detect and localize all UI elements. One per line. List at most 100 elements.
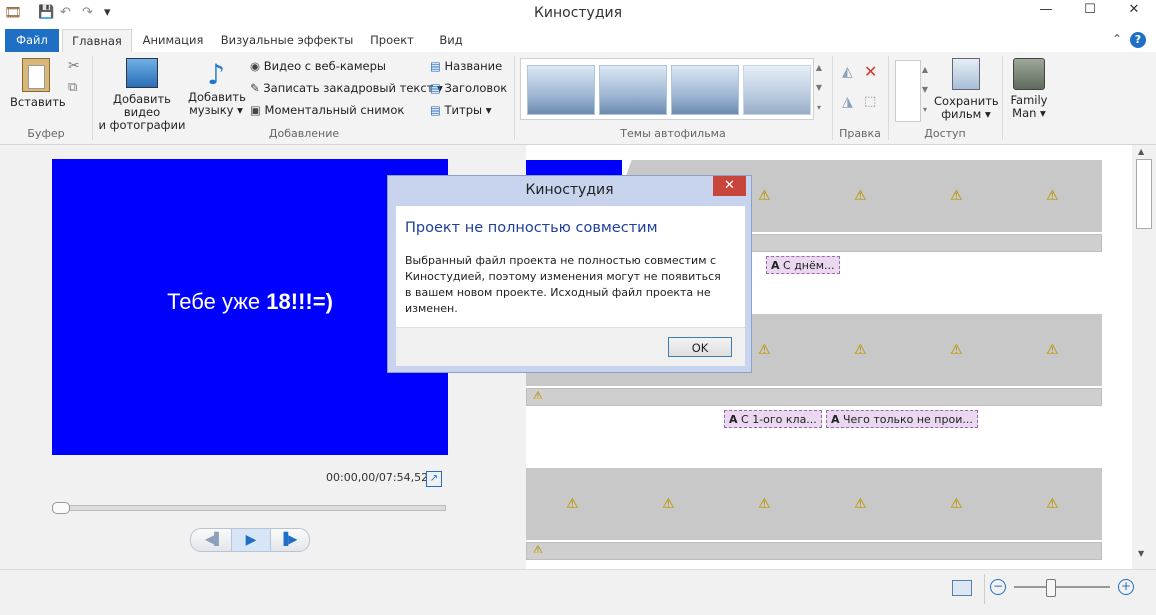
warning-icon: ⚠ bbox=[854, 188, 867, 204]
snapshot-icon: ▣ bbox=[250, 103, 261, 117]
snapshot-button[interactable]: ▣ Моментальный снимок bbox=[250, 100, 404, 120]
compatibility-dialog: Киностудия ✕ Проект не полностью совмест… bbox=[387, 175, 752, 373]
add-music-button[interactable]: ♪ Добавить музыку ▾ bbox=[188, 58, 246, 117]
theme-thumbnail[interactable] bbox=[527, 65, 595, 115]
separator bbox=[984, 574, 985, 604]
save-movie-icon bbox=[952, 58, 980, 90]
tab-home[interactable]: Главная bbox=[62, 29, 132, 53]
warning-icon: ⚠ bbox=[1046, 188, 1059, 204]
themes-scroll[interactable]: ▲ ▼ ▾ bbox=[813, 58, 825, 118]
warning-icon: ⚠ bbox=[758, 188, 771, 204]
microphone-icon: ✎ bbox=[250, 81, 260, 95]
tab-animation[interactable]: Анимация bbox=[134, 29, 212, 52]
help-icon[interactable]: ? bbox=[1130, 32, 1146, 48]
account-name-2: Man ▾ bbox=[1012, 106, 1046, 120]
copy-icon[interactable]: ⧉ bbox=[68, 80, 77, 95]
paste-label: Вставить bbox=[10, 95, 66, 109]
next-frame-icon[interactable]: ▐▶ bbox=[279, 532, 297, 546]
previous-frame-icon[interactable]: ◀▌ bbox=[205, 532, 223, 546]
warning-icon: ⚠ bbox=[950, 342, 963, 358]
group-share-label: Доступ bbox=[924, 127, 966, 140]
theme-thumbnail[interactable] bbox=[743, 65, 811, 115]
zoom-out-icon[interactable]: − bbox=[990, 579, 1006, 595]
caption-icon: ▤ bbox=[430, 81, 441, 95]
dialog-close-button[interactable]: ✕ bbox=[713, 176, 746, 196]
account-button[interactable]: Family Man ▾ bbox=[1008, 58, 1050, 120]
ribbon-tabs: Файл Главная Анимация Визуальные эффекты… bbox=[0, 29, 1156, 53]
rotate-right-icon[interactable]: ◮ bbox=[842, 94, 853, 110]
add-video-button[interactable]: Добавить видео и фотографии bbox=[96, 58, 188, 132]
scroll-down-icon[interactable]: ▼ bbox=[1138, 549, 1144, 558]
play-icon[interactable]: ▶ bbox=[231, 529, 271, 551]
tab-visual-effects[interactable]: Визуальные эффекты bbox=[218, 29, 356, 52]
dialog-title: Киностудия bbox=[525, 182, 614, 198]
zoom-in-icon[interactable]: + bbox=[1118, 579, 1134, 595]
warning-icon: ⚠ bbox=[950, 496, 963, 512]
maximize-button[interactable]: ☐ bbox=[1068, 0, 1112, 20]
caption-item[interactable]: A С днём... bbox=[766, 256, 840, 274]
warning-icon: ⚠ bbox=[854, 496, 867, 512]
record-narration-button[interactable]: ✎ Записать закадровый текст ▾ bbox=[250, 78, 443, 98]
themes-gallery bbox=[520, 58, 814, 120]
dialog-heading: Проект не полностью совместим bbox=[405, 220, 658, 236]
scroll-up-icon[interactable]: ▲ bbox=[1138, 147, 1144, 156]
close-button[interactable]: ✕ bbox=[1112, 0, 1156, 20]
caption-button[interactable]: ▤ Заголовок bbox=[430, 78, 507, 98]
window-title: Киностудия bbox=[533, 5, 623, 21]
music-note-icon: ♪ bbox=[207, 58, 225, 91]
ribbon: Вставить ✂ ⧉ Буфер Добавить видео и фото… bbox=[0, 52, 1156, 145]
warning-icon: ⚠ bbox=[1046, 496, 1059, 512]
select-all-icon[interactable]: ⬚ bbox=[864, 94, 876, 109]
clip-strip[interactable]: ⚠ ⚠ ⚠ ⚠ ⚠ ⚠ bbox=[526, 468, 1102, 540]
rotate-left-icon[interactable]: ◭ bbox=[842, 64, 853, 80]
warning-icon: ⚠ bbox=[950, 188, 963, 204]
tab-file[interactable]: Файл bbox=[5, 29, 59, 52]
zoom-thumb[interactable] bbox=[1046, 579, 1056, 597]
title-bar: 🎞 💾 ↶ ↷ ▾ Киностудия — ☐ ✕ bbox=[0, 0, 1156, 27]
share-gallery[interactable] bbox=[895, 60, 921, 122]
dialog-footer: OK bbox=[396, 327, 745, 366]
paste-button[interactable]: Вставить bbox=[10, 56, 66, 109]
seek-bar[interactable] bbox=[52, 505, 446, 511]
save-movie-button[interactable]: Сохранить фильм ▾ bbox=[934, 58, 999, 121]
title-button[interactable]: ▤ Название bbox=[430, 56, 502, 76]
separator bbox=[832, 56, 833, 140]
separator bbox=[92, 56, 93, 140]
dialog-body: Проект не полностью совместим Выбранный … bbox=[396, 206, 745, 327]
group-edit-label: Правка bbox=[839, 127, 881, 140]
audio-track[interactable]: ⚠ bbox=[526, 542, 1102, 560]
warning-icon: ⚠ bbox=[758, 496, 771, 512]
cut-icon[interactable]: ✂ bbox=[68, 58, 80, 74]
tab-project[interactable]: Проект bbox=[362, 29, 422, 52]
theme-thumbnail[interactable] bbox=[599, 65, 667, 115]
dialog-message: Выбранный файл проекта не полностью совм… bbox=[405, 254, 721, 315]
caption-item[interactable]: A Чего только не прои... bbox=[826, 410, 978, 428]
zoom-slider[interactable] bbox=[1014, 586, 1110, 588]
vertical-scrollbar[interactable]: ▲ ▼ bbox=[1132, 145, 1156, 569]
warning-icon: ⚠ bbox=[566, 496, 579, 512]
group-clipboard-label: Буфер bbox=[27, 127, 65, 140]
ok-button[interactable]: OK bbox=[668, 337, 732, 357]
seek-thumb[interactable] bbox=[52, 502, 70, 514]
storyboard-view-icon[interactable] bbox=[952, 580, 972, 596]
separator bbox=[514, 56, 515, 140]
credits-button[interactable]: ▤ Титры ▾ bbox=[430, 100, 492, 120]
warning-icon: ⚠ bbox=[533, 543, 543, 556]
group-add-label: Добавление bbox=[268, 127, 340, 140]
scroll-thumb[interactable] bbox=[1136, 159, 1152, 229]
title-icon: ▤ bbox=[430, 59, 441, 73]
theme-thumbnail[interactable] bbox=[671, 65, 739, 115]
film-photo-icon bbox=[126, 58, 158, 88]
tab-view[interactable]: Вид bbox=[430, 29, 472, 52]
minimize-button[interactable]: — bbox=[1024, 0, 1068, 20]
delete-icon[interactable]: ✕ bbox=[864, 62, 877, 81]
collapse-ribbon-icon[interactable]: ⌃ bbox=[1112, 32, 1122, 46]
share-scroll[interactable]: ▲ ▼ ▾ bbox=[920, 60, 930, 120]
fullscreen-icon[interactable]: ↗ bbox=[426, 471, 442, 487]
webcam-video-button[interactable]: ◉ Видео с веб-камеры bbox=[250, 56, 386, 76]
warning-icon: ⚠ bbox=[1046, 342, 1059, 358]
add-video-label-1: Добавить видео bbox=[113, 92, 171, 119]
credits-icon: ▤ bbox=[430, 103, 441, 117]
caption-item[interactable]: A С 1-ого кла... bbox=[724, 410, 822, 428]
audio-track[interactable]: ⚠ bbox=[526, 388, 1102, 406]
